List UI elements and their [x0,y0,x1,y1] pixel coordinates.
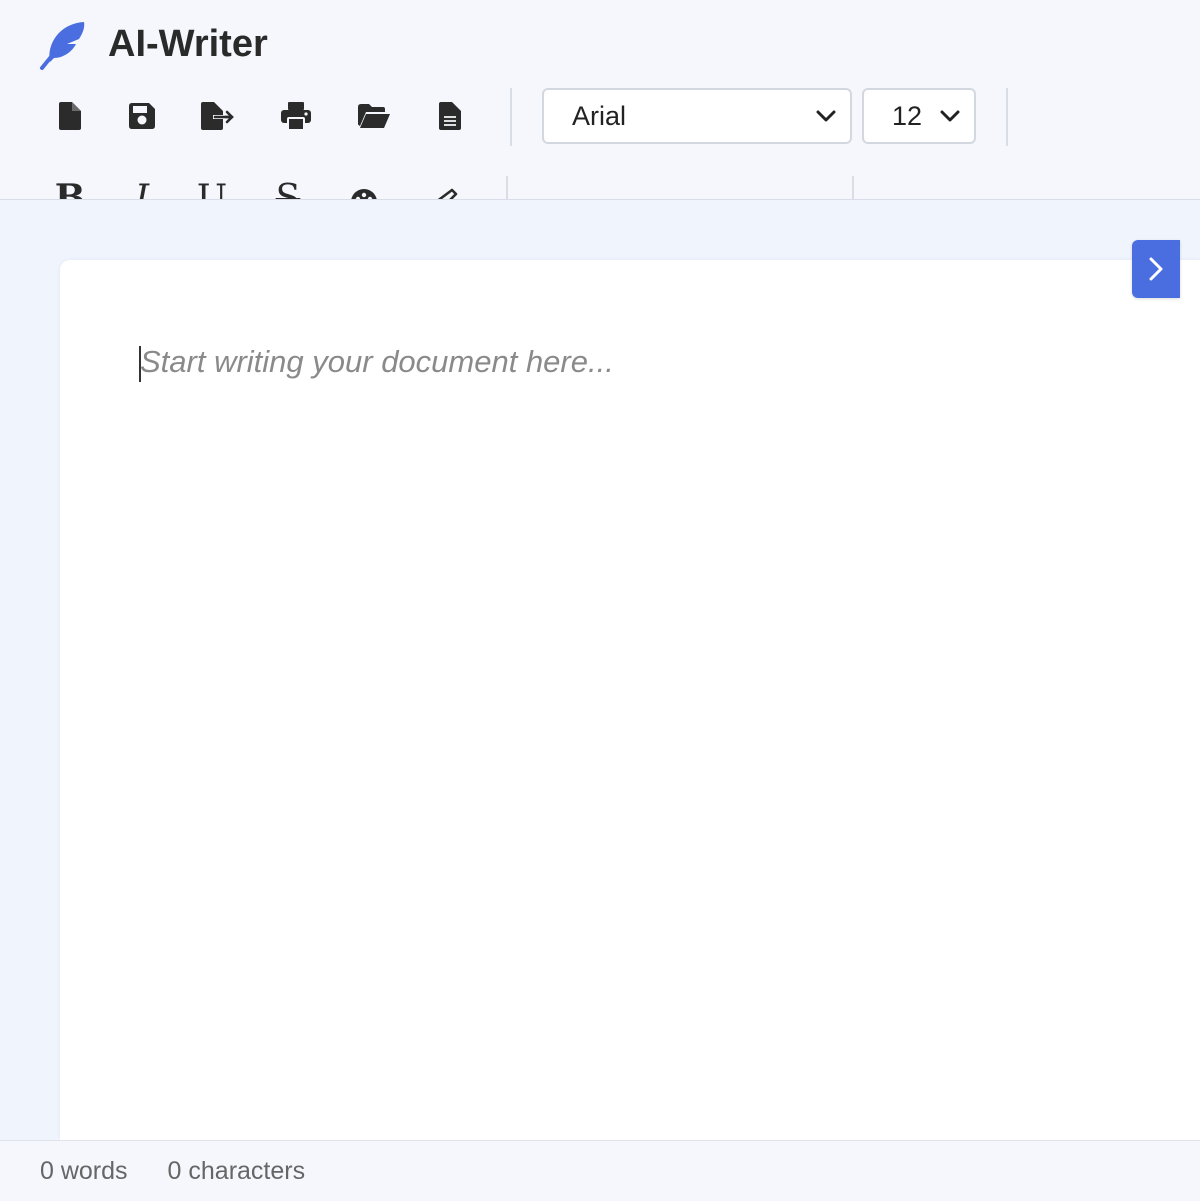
palette-icon [351,189,377,199]
bold-button[interactable]: B [48,176,92,199]
sidebar-toggle-button[interactable] [1132,240,1180,298]
open-folder-button[interactable] [354,96,394,136]
character-count: 0 characters [167,1156,306,1185]
toolbar-divider [852,176,854,199]
document-editor[interactable]: Start writing your document here... [139,344,1120,1104]
underline-button[interactable]: U [190,176,234,200]
chevron-right-icon [1149,257,1163,281]
export-icon [201,102,234,130]
align-justify-button[interactable] [768,180,812,200]
strikethrough-button[interactable]: S [266,176,310,200]
print-button[interactable] [276,96,316,136]
text-color-button[interactable] [342,180,386,199]
font-family-select[interactable]: Arial [542,88,852,144]
save-icon [129,103,155,129]
app-title: AI-Writer [108,22,268,65]
brand: AI-Writer [38,18,268,70]
text-caret [139,346,141,382]
editor-placeholder: Start writing your document here... [140,344,614,379]
chevron-down-icon [816,110,836,122]
app-header: AI-Writer Arial 12 B I U S [0,0,1200,200]
font-size-value: 12 [892,100,923,131]
align-left-icon [557,189,583,200]
align-right-icon [703,189,729,200]
new-document-button[interactable] [50,96,90,136]
chevron-down-icon [940,110,960,122]
document-button[interactable] [430,96,470,136]
toolbar-divider [1006,88,1008,146]
italic-button[interactable]: I [120,176,164,200]
align-center-button[interactable] [622,180,666,200]
toolbar-divider [506,176,508,199]
font-family-value: Arial [572,100,627,131]
folder-open-icon [358,104,390,128]
highlighter-icon [437,188,458,199]
export-button[interactable] [198,96,238,136]
highlight-button[interactable] [422,180,466,199]
align-center-icon [631,189,657,200]
toolbar-divider [510,88,512,146]
word-count: 0 words [40,1156,128,1185]
new-file-icon [59,102,81,130]
font-size-select[interactable]: 12 [862,88,976,144]
status-bar: 0 words 0 characters [0,1140,1200,1201]
document-page: Start writing your document here... [60,260,1200,1140]
feather-icon [40,22,85,70]
print-icon [281,102,311,130]
align-right-button[interactable] [694,180,738,200]
align-left-button[interactable] [548,180,592,200]
document-lines-icon [439,102,461,130]
save-button[interactable] [122,96,162,136]
align-justify-icon [777,189,803,200]
